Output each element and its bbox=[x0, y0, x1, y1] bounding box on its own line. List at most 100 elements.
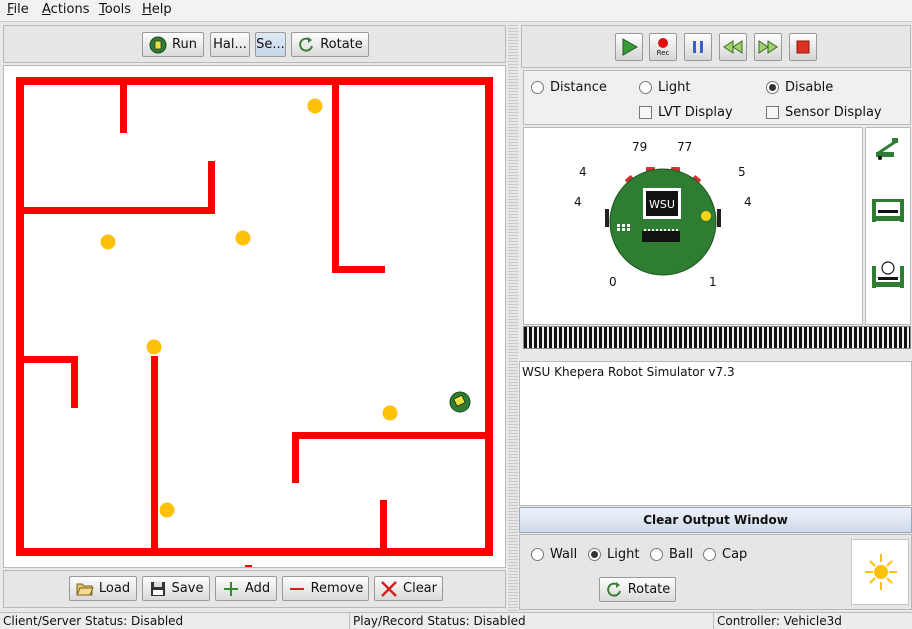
lvt-display-checkbox[interactable]: LVT Display bbox=[639, 105, 733, 120]
wall[interactable] bbox=[332, 266, 385, 273]
x-icon bbox=[380, 580, 398, 598]
wall[interactable] bbox=[380, 500, 387, 555]
rotate-world-button[interactable]: Rotate bbox=[291, 32, 369, 57]
halt-label: Hal... bbox=[213, 37, 247, 52]
radio-dot bbox=[639, 81, 652, 94]
play-icon bbox=[622, 38, 639, 56]
add-button[interactable]: Add bbox=[215, 576, 277, 601]
wall[interactable] bbox=[332, 77, 339, 273]
remove-button[interactable]: Remove bbox=[282, 576, 369, 601]
clear-output-button[interactable]: Clear Output Window bbox=[519, 507, 912, 533]
wall[interactable] bbox=[16, 207, 215, 214]
robot-sensor-view: 79 77 4 5 4 4 0 1 WSU bbox=[523, 127, 863, 325]
sensor-reading-right-lower: 4 bbox=[744, 195, 752, 209]
split-pane-divider[interactable] bbox=[508, 23, 518, 611]
minus-icon bbox=[288, 580, 306, 598]
light-source[interactable] bbox=[159, 502, 175, 518]
light-sensor-radio[interactable]: Light bbox=[639, 80, 690, 95]
robot-chip-label: WSU bbox=[649, 198, 675, 211]
rewind-button[interactable] bbox=[719, 33, 747, 61]
record-button[interactable]: Rec bbox=[649, 33, 677, 61]
ball-radio[interactable]: Ball bbox=[650, 547, 693, 562]
robot-attachments-panel bbox=[865, 127, 911, 325]
controller-status: Controller: Vehicle3d bbox=[717, 614, 842, 628]
menu-file[interactable]: File bbox=[7, 2, 29, 17]
wall[interactable] bbox=[151, 356, 158, 555]
robot[interactable] bbox=[449, 391, 471, 413]
light-object-radio[interactable]: Light bbox=[588, 547, 639, 562]
floppy-disk-icon bbox=[149, 580, 167, 598]
menu-help[interactable]: Help bbox=[142, 2, 172, 17]
wall[interactable] bbox=[208, 161, 215, 214]
menu-bar: File Actions Tools Help bbox=[0, 0, 912, 22]
robot-icon bbox=[149, 36, 167, 54]
output-text-area[interactable]: WSU Khepera Robot Simulator v7.3 bbox=[519, 361, 912, 506]
run-button[interactable]: Run bbox=[142, 32, 204, 57]
robot-diagram: WSU bbox=[605, 167, 721, 276]
wall[interactable] bbox=[245, 565, 252, 567]
add-label: Add bbox=[244, 581, 271, 596]
wall[interactable] bbox=[292, 432, 299, 483]
play-record-status: Play/Record Status: Disabled bbox=[350, 613, 714, 629]
save-button[interactable]: Save bbox=[142, 576, 210, 601]
playback-toolbar bbox=[521, 25, 911, 68]
wall[interactable] bbox=[292, 432, 492, 439]
world-canvas[interactable] bbox=[3, 65, 506, 568]
rotate-object-button[interactable]: Rotate bbox=[599, 577, 676, 602]
gripper-arm-icon[interactable] bbox=[874, 134, 900, 160]
object-preview bbox=[851, 539, 909, 605]
radio-dot-selected bbox=[588, 548, 601, 561]
save-label: Save bbox=[171, 581, 204, 596]
fast-forward-button[interactable] bbox=[754, 33, 782, 61]
sensor-reading-left-upper: 4 bbox=[579, 165, 587, 179]
clear-button[interactable]: Clear bbox=[374, 576, 443, 601]
wall-radio[interactable]: Wall bbox=[531, 547, 577, 562]
set-button[interactable]: Se... bbox=[255, 32, 286, 57]
light-source[interactable] bbox=[382, 405, 398, 421]
wall[interactable] bbox=[120, 77, 127, 133]
wall[interactable] bbox=[485, 77, 493, 556]
sensor-bar-strip bbox=[523, 326, 911, 349]
wall[interactable] bbox=[16, 548, 493, 556]
light-bulb-icon bbox=[865, 554, 897, 590]
stop-icon bbox=[796, 40, 810, 54]
folder-open-icon bbox=[76, 580, 94, 598]
light-source[interactable] bbox=[307, 98, 323, 114]
wall[interactable] bbox=[16, 356, 75, 363]
gripper-ball-icon[interactable] bbox=[870, 258, 906, 290]
disable-sensor-radio[interactable]: Disable bbox=[766, 80, 833, 95]
wall[interactable] bbox=[16, 77, 493, 85]
play-button[interactable] bbox=[615, 33, 643, 61]
load-label: Load bbox=[98, 581, 131, 596]
rotate-label: Rotate bbox=[320, 37, 363, 52]
stop-button[interactable] bbox=[789, 33, 817, 61]
load-button[interactable]: Load bbox=[69, 576, 137, 601]
menu-tools[interactable]: Tools bbox=[99, 2, 131, 17]
radio-dot bbox=[531, 81, 544, 94]
light-source[interactable] bbox=[100, 234, 116, 250]
radio-dot bbox=[703, 548, 716, 561]
client-server-status: Client/Server Status: Disabled bbox=[0, 613, 350, 629]
gripper-open-icon[interactable] bbox=[870, 194, 906, 224]
sensor-reading-front-right: 77 bbox=[677, 140, 693, 154]
pause-icon bbox=[693, 41, 703, 53]
distance-radio[interactable]: Distance bbox=[531, 80, 607, 95]
wall[interactable] bbox=[16, 77, 24, 556]
clear-output-label: Clear Output Window bbox=[643, 513, 788, 527]
light-source[interactable] bbox=[146, 339, 162, 355]
sensor-options-panel: Distance Light Disable LVT Display Senso… bbox=[523, 70, 911, 125]
set-label: Se... bbox=[256, 37, 285, 52]
clear-label: Clear bbox=[403, 581, 437, 596]
fast-forward-icon bbox=[758, 40, 778, 54]
light-source[interactable] bbox=[235, 230, 251, 246]
record-label: Rec bbox=[656, 49, 670, 57]
radio-dot bbox=[650, 548, 663, 561]
sensor-reading-front-left: 79 bbox=[632, 140, 648, 154]
halt-button[interactable]: Hal... bbox=[210, 32, 250, 57]
wall[interactable] bbox=[71, 356, 78, 408]
cap-radio[interactable]: Cap bbox=[703, 547, 747, 562]
sensor-display-checkbox[interactable]: Sensor Display bbox=[766, 105, 882, 120]
menu-actions[interactable]: Actions bbox=[42, 2, 90, 17]
pause-button[interactable] bbox=[684, 33, 712, 61]
remove-label: Remove bbox=[310, 581, 364, 596]
